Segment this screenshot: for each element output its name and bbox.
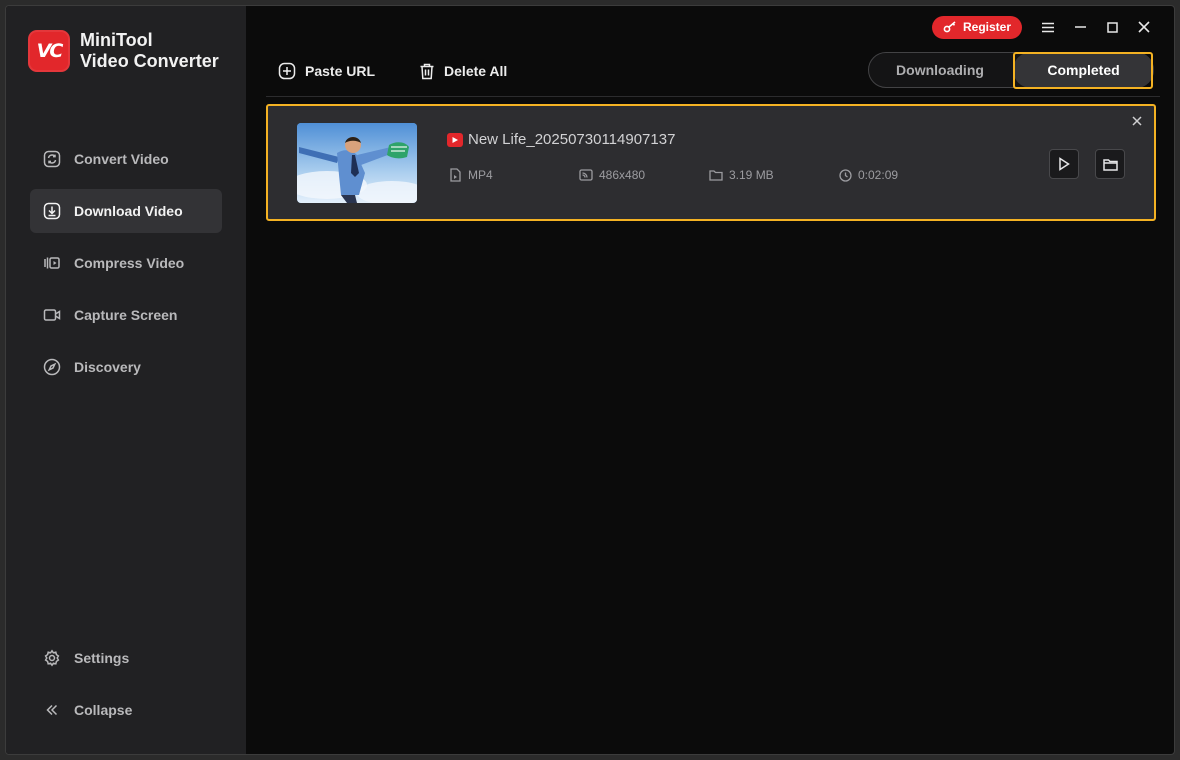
sidebar: VC MiniTool Video Converter Convert Vide… [6, 6, 246, 754]
trash-icon [420, 63, 434, 79]
app-logo: VC [28, 30, 70, 72]
sidebar-item-discovery[interactable]: Discovery [30, 345, 222, 389]
minimize-button[interactable] [1064, 15, 1096, 39]
tab-downloading[interactable]: Downloading [869, 53, 1011, 87]
sidebar-item-compress-video[interactable]: Compress Video [30, 241, 222, 285]
clock-icon [839, 168, 852, 182]
close-icon [1132, 116, 1142, 126]
register-button[interactable]: Register [932, 15, 1022, 39]
resolution-meta: 486x480 [579, 168, 645, 182]
duration-meta: 0:02:09 [839, 168, 898, 182]
video-duration: 0:02:09 [858, 168, 899, 182]
convert-icon [42, 149, 62, 169]
titlebar-controls: Register [932, 15, 1160, 39]
plus-circle-icon [278, 62, 296, 80]
video-thumbnail[interactable] [297, 123, 417, 203]
play-icon [1059, 157, 1070, 171]
paste-url-label: Paste URL [305, 63, 376, 79]
collapse-label: Collapse [74, 702, 133, 718]
maximize-icon [1106, 21, 1118, 33]
folder-icon [709, 170, 723, 181]
video-title: New Life_20250730114907137 [468, 131, 676, 148]
sidebar-bottom: Settings Collapse [30, 636, 222, 740]
video-format: MP4 [468, 168, 493, 182]
sidebar-nav: Convert Video Download Video Compress Vi… [30, 137, 222, 397]
key-icon [943, 21, 956, 33]
play-button[interactable] [1049, 149, 1079, 179]
youtube-icon [447, 132, 463, 147]
maximize-button[interactable] [1096, 15, 1128, 39]
register-label: Register [962, 20, 1012, 34]
settings-button[interactable]: Settings [30, 636, 222, 680]
file-size: 3.19 MB [729, 168, 774, 182]
sidebar-item-convert-video[interactable]: Convert Video [30, 137, 222, 181]
tab-completed[interactable]: Completed [1013, 52, 1154, 88]
app-window: VC MiniTool Video Converter Convert Vide… [5, 5, 1175, 755]
download-item[interactable]: New Life_20250730114907137 MP4 486x480 3… [266, 104, 1156, 221]
format-meta: MP4 [449, 168, 493, 182]
remove-item-button[interactable] [1130, 114, 1144, 128]
brand: VC MiniTool Video Converter [28, 30, 219, 72]
compass-icon [42, 357, 62, 377]
sidebar-item-capture-screen[interactable]: Capture Screen [30, 293, 222, 337]
logo-text: VC [36, 40, 64, 62]
sidebar-item-label: Convert Video [74, 151, 169, 167]
paste-url-button[interactable]: Paste URL [278, 62, 375, 80]
app-name-line2: Video Converter [80, 51, 219, 71]
settings-label: Settings [74, 650, 130, 666]
close-window-button[interactable] [1128, 15, 1160, 39]
video-resolution: 486x480 [599, 168, 646, 182]
open-folder-button[interactable] [1095, 149, 1125, 179]
resolution-icon [579, 169, 593, 181]
hamburger-menu-icon [1042, 22, 1054, 32]
size-meta: 3.19 MB [709, 168, 774, 182]
delete-all-label: Delete All [444, 63, 508, 79]
download-title: New Life_20250730114907137 [447, 131, 675, 148]
file-video-icon [450, 168, 461, 182]
minimize-icon [1074, 26, 1086, 28]
toolbar-divider [266, 96, 1160, 97]
download-icon [42, 201, 62, 221]
app-name-line1: MiniTool [80, 30, 153, 50]
double-chevron-left-icon [42, 700, 62, 720]
menu-button[interactable] [1032, 15, 1064, 39]
toolbar: Paste URL Delete All [278, 62, 551, 80]
download-status-tabs: Downloading Completed [868, 52, 1154, 88]
folder-icon [1102, 158, 1118, 171]
sidebar-item-label: Capture Screen [74, 307, 178, 323]
sidebar-item-label: Compress Video [74, 255, 185, 271]
sidebar-item-label: Discovery [74, 359, 141, 375]
sidebar-item-download-video[interactable]: Download Video [30, 189, 222, 233]
camera-icon [42, 305, 62, 325]
collapse-button[interactable]: Collapse [30, 688, 222, 732]
delete-all-button[interactable]: Delete All [419, 63, 507, 80]
sidebar-item-label: Download Video [74, 203, 183, 219]
app-name: MiniTool Video Converter [80, 30, 219, 72]
gear-icon [42, 648, 62, 668]
close-icon [1138, 21, 1150, 33]
compress-icon [42, 253, 62, 273]
main-panel: Register Paste URL Delete All Downloadin… [246, 6, 1174, 754]
